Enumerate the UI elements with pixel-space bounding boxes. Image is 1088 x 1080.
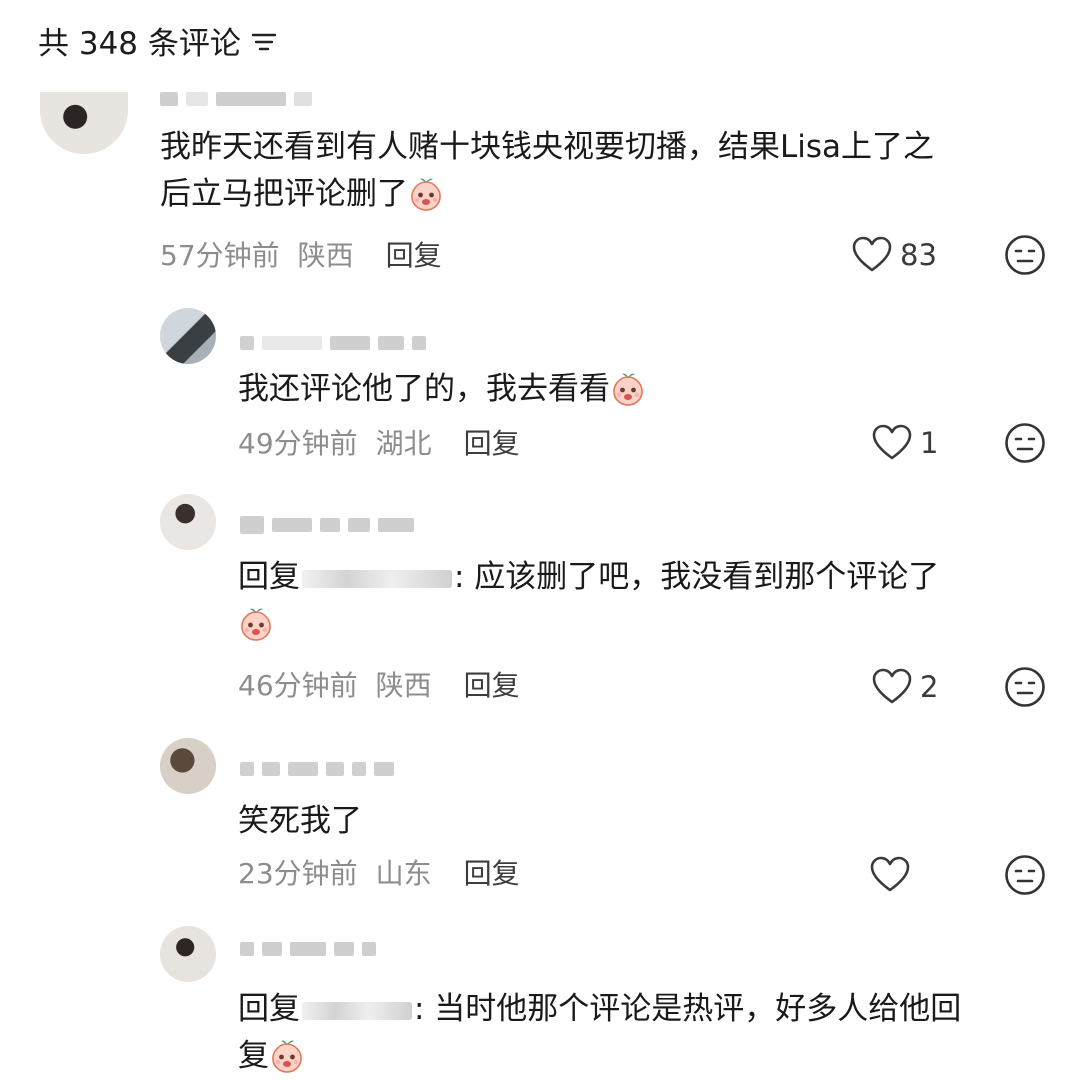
comment-meta: 49分钟前 湖北 回复	[238, 422, 520, 462]
avatar[interactable]	[160, 738, 216, 794]
mention-username[interactable]	[302, 1001, 412, 1020]
comment-time: 23分钟前	[238, 857, 358, 890]
like-count: 1	[920, 426, 939, 460]
comments-header: 共 348 条评论	[38, 18, 277, 62]
mention-username[interactable]	[302, 569, 452, 588]
comment-text: 我还评论他了的，我去看看	[238, 366, 1038, 413]
comment-count-title: 共 348 条评论	[38, 25, 241, 62]
like-count: 2	[920, 670, 939, 704]
username[interactable]	[240, 516, 414, 534]
like-button[interactable]: 1	[872, 424, 938, 462]
reply-button[interactable]: 回复	[464, 852, 520, 892]
dislike-icon[interactable]	[1004, 234, 1046, 276]
username[interactable]	[160, 90, 312, 108]
peach-shy-emoji	[269, 1038, 305, 1074]
reply-button[interactable]: 回复	[464, 664, 520, 704]
heart-icon	[872, 424, 912, 462]
username[interactable]	[240, 334, 426, 352]
reply-button[interactable]: 回复	[386, 234, 442, 274]
like-button[interactable]: 83	[852, 236, 937, 274]
peach-crying-emoji	[238, 606, 274, 642]
avatar[interactable]	[160, 926, 216, 982]
reply-prefix: 回复	[238, 991, 300, 1027]
comment-location: 陕西	[297, 239, 354, 272]
heart-icon	[872, 668, 912, 706]
peach-crying-emoji	[610, 371, 646, 407]
comment-time: 57分钟前	[160, 239, 280, 272]
comment-location: 山东	[375, 857, 432, 890]
comment-meta: 46分钟前 陕西 回复	[238, 664, 520, 704]
like-button[interactable]: 2	[872, 668, 938, 706]
dislike-icon[interactable]	[1004, 854, 1046, 896]
sort-icon[interactable]	[251, 31, 277, 53]
avatar[interactable]	[160, 494, 216, 550]
comment-meta: 23分钟前 山东 回复	[238, 852, 520, 892]
avatar[interactable]	[160, 308, 216, 364]
peach-shy-emoji	[408, 176, 444, 212]
comment-location: 湖北	[375, 427, 432, 460]
comment-time: 46分钟前	[238, 669, 358, 702]
dislike-icon[interactable]	[1004, 422, 1046, 464]
comment-text: 回复: 当时他那个评论是热评，好多人给他回 复	[238, 991, 962, 1074]
comment-text: 回复: 应该删了吧，我没看到那个评论了	[238, 554, 1048, 648]
comment-text: 笑死我了	[238, 803, 362, 839]
reply-button[interactable]: 回复	[464, 422, 520, 462]
dislike-icon[interactable]	[1004, 666, 1046, 708]
like-count: 83	[900, 238, 937, 272]
reply-prefix: 回复	[238, 559, 300, 595]
heart-icon	[870, 856, 910, 894]
comment-time: 49分钟前	[238, 427, 358, 460]
heart-icon	[852, 236, 892, 274]
comment-location: 陕西	[375, 669, 432, 702]
like-button[interactable]	[870, 856, 918, 894]
username[interactable]	[240, 940, 376, 958]
comment-meta: 57分钟前 陕西 回复	[160, 234, 442, 274]
comment-text: 我昨天还看到有人赌十块钱央视要切播，结果Lisa上了之 后立马把评论删了	[160, 129, 935, 212]
username[interactable]	[240, 760, 394, 778]
avatar[interactable]	[40, 92, 128, 154]
